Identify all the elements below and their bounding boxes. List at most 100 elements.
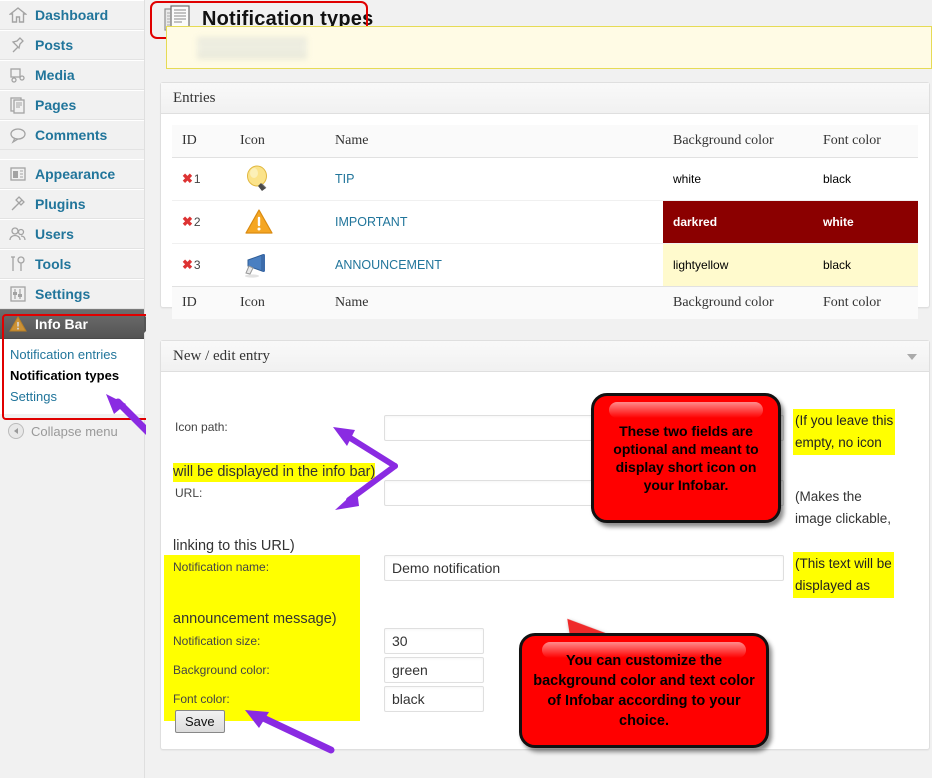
callout-optional-fields: These two fields are optional and meant … — [591, 393, 781, 523]
sidebar-item-pages[interactable]: Pages — [0, 90, 144, 120]
sidebar-item-label: Users — [35, 226, 74, 242]
sidebar-divider — [0, 150, 144, 159]
comment-bubble-icon — [8, 125, 28, 145]
sidebar-item-media[interactable]: Media — [0, 60, 144, 90]
entry-name-link[interactable]: ANNOUNCEMENT — [335, 258, 442, 272]
column-footer-font-color: Font color — [813, 286, 918, 319]
annotation-line: (This text will be — [795, 556, 892, 571]
double-arrow-to-callout — [333, 427, 398, 510]
sidebar-item-label: Media — [35, 67, 75, 83]
sidebar-item-plugins[interactable]: Plugins — [0, 189, 144, 219]
sidebar-item-label: Tools — [35, 256, 72, 272]
entry-name-cell: ANNOUNCEMENT — [325, 244, 663, 287]
column-header-icon: Icon — [230, 125, 325, 158]
notification-name-label: Notification name: — [173, 560, 270, 574]
sidebar-item-label: Appearance — [35, 166, 116, 182]
callout-text: These two fields are optional and meant … — [613, 423, 759, 493]
sidebar-item-label: Dashboard — [35, 7, 109, 23]
annotation-this-text-displayed: (This text will be displayed as — [793, 552, 894, 598]
new-edit-entry-panel: New / edit entry Icon path: will be disp… — [160, 340, 930, 754]
notification-name-input[interactable] — [384, 555, 784, 581]
entry-font-color-cell: white — [813, 200, 918, 244]
icon-path-label: Icon path: — [175, 420, 228, 434]
annotation-announcement-message: announcement message) — [173, 610, 337, 629]
save-button[interactable]: Save — [175, 710, 225, 733]
entry-id-cell: ✖2 — [172, 201, 230, 244]
entries-panel: Entries ID Icon Name Background color Fo… — [160, 82, 930, 319]
column-header-id: ID — [172, 125, 230, 158]
callout-customize-colors: You can customize the background color a… — [519, 633, 769, 748]
entry-id: 2 — [193, 215, 201, 229]
url-label: URL: — [175, 486, 203, 500]
settings-sliders-icon — [8, 284, 28, 304]
table-header-row: ID Icon Name Background color Font color — [172, 125, 918, 158]
sidebar-item-tools[interactable]: Tools — [0, 249, 144, 279]
notification-size-input[interactable] — [384, 628, 484, 654]
annotation-line: (Makes the — [795, 489, 862, 504]
sidebar-item-label: Comments — [35, 127, 108, 143]
sidebar-item-settings[interactable]: Settings — [0, 279, 144, 309]
sidebar-item-comments[interactable]: Comments — [0, 120, 144, 150]
lightbulb-icon — [240, 164, 315, 194]
delete-x-icon[interactable]: ✖ — [182, 257, 193, 272]
entry-name-link[interactable]: IMPORTANT — [335, 215, 407, 229]
form-body: Icon path: will be displayed in the info… — [161, 372, 929, 754]
entry-icon-cell — [230, 201, 325, 244]
warning-triangle-icon — [240, 207, 315, 237]
pages-icon — [8, 95, 28, 115]
sidebar-item-label: Posts — [35, 37, 74, 53]
column-footer-id: ID — [172, 286, 230, 319]
submenu-item-notification-entries[interactable]: Notification entries — [10, 344, 144, 365]
entry-icon-cell — [230, 244, 325, 287]
entry-background-color-cell: lightyellow — [663, 243, 813, 287]
chevron-down-icon[interactable] — [907, 354, 917, 360]
pin-icon — [8, 35, 28, 55]
annotation-line: empty, no icon — [795, 435, 882, 450]
delete-x-icon[interactable]: ✖ — [182, 214, 193, 229]
annotation-line: (If you leave this — [795, 413, 894, 428]
entry-id-cell: ✖1 — [172, 158, 230, 201]
form-panel-title-text: New / edit entry — [173, 348, 271, 364]
entries-table: ID Icon Name Background color Font color… — [172, 125, 918, 319]
background-color-input[interactable] — [384, 657, 484, 683]
callout-text: You can customize the background color a… — [533, 652, 755, 729]
table-row[interactable]: ✖3 ANNOUNCEMENT lightyellow black — [172, 243, 918, 287]
collapse-left-icon — [8, 423, 24, 439]
media-icon — [8, 65, 28, 85]
table-footer-row: ID Icon Name Background color Font color — [172, 286, 918, 319]
entry-font-color-cell: black — [813, 157, 918, 201]
notification-size-label: Notification size: — [173, 634, 261, 648]
entry-icon-cell — [230, 158, 325, 201]
sidebar-item-appearance[interactable]: Appearance — [0, 159, 144, 189]
megaphone-icon — [240, 250, 315, 280]
form-panel-title: New / edit entry — [161, 341, 929, 372]
home-icon — [8, 5, 28, 25]
sidebar-item-label: Plugins — [35, 196, 86, 212]
sidebar-item-dashboard[interactable]: Dashboard — [0, 0, 144, 30]
font-color-label: Font color: — [173, 692, 230, 706]
sidebar-item-label: Info Bar — [35, 316, 88, 332]
sidebar-item-info-bar[interactable]: Info Bar — [0, 309, 153, 339]
sidebar-item-posts[interactable]: Posts — [0, 30, 144, 60]
entries-panel-title: Entries — [161, 83, 929, 114]
users-icon — [8, 224, 28, 244]
entry-background-color-cell: white — [663, 157, 813, 201]
annotation-linking-url: linking to this URL) — [173, 538, 295, 554]
font-color-input[interactable] — [384, 686, 484, 712]
column-footer-background-color: Background color — [663, 286, 813, 319]
callout-gloss — [608, 402, 764, 418]
sidebar-item-users[interactable]: Users — [0, 219, 144, 249]
table-row[interactable]: ✖2 IMPORTANT darkred white — [172, 200, 918, 244]
entry-id: 3 — [193, 258, 201, 272]
annotation-line: displayed as — [795, 578, 871, 593]
annotation-if-you-leave-empty: (If you leave this empty, no icon — [793, 409, 896, 455]
delete-x-icon[interactable]: ✖ — [182, 171, 193, 186]
sidebar-item-label: Settings — [35, 286, 91, 302]
entry-name-link[interactable]: TIP — [335, 172, 354, 186]
admin-notice — [166, 26, 932, 69]
arrow-to-save-button — [245, 710, 335, 754]
table-row[interactable]: ✖1 TIP white black — [172, 157, 918, 201]
sidebar-item-label: Pages — [35, 97, 77, 113]
entry-name-cell: TIP — [325, 158, 663, 201]
submenu-item-notification-types[interactable]: Notification types — [10, 365, 144, 386]
